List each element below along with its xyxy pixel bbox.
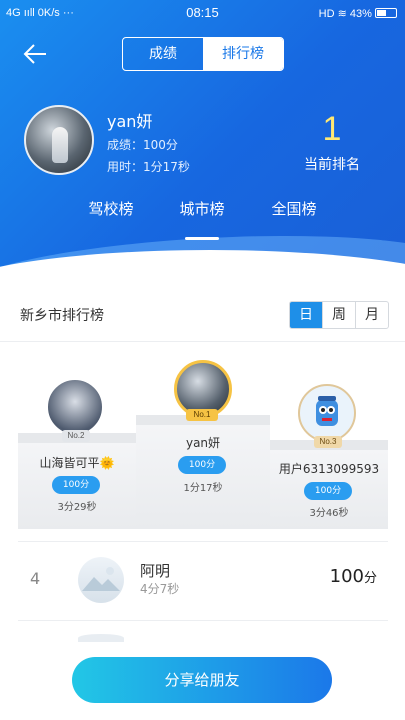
current-rank-label: 当前排名 — [304, 157, 360, 173]
period-month[interactable]: 月 — [355, 302, 388, 328]
share-button[interactable]: 分享给朋友 — [72, 657, 332, 703]
row-avatar — [78, 557, 124, 603]
podium-1-time: 1分17秒 — [183, 483, 223, 494]
podium-1-score: 100分 — [178, 456, 226, 474]
period-week[interactable]: 周 — [322, 302, 355, 328]
tab-school[interactable]: 驾校榜 — [76, 198, 146, 219]
rank-badge-1: No.1 — [186, 409, 218, 421]
score-value: 100分 — [143, 138, 178, 152]
battery-icon — [375, 8, 397, 18]
current-rank-number: 1 — [322, 110, 342, 148]
board-title: 新乡市排行榜 — [20, 308, 104, 324]
next-row-avatar-partial — [78, 634, 124, 642]
row-time: 4分7秒 — [140, 582, 180, 596]
divider — [0, 341, 405, 342]
podium-3-score: 100分 — [304, 482, 352, 500]
podium-3-name: 用户6313099593 — [278, 462, 380, 476]
top-tab-switch: 成绩 排行榜 — [122, 37, 284, 71]
period-switch: 日 周 月 — [289, 301, 389, 329]
hd-label: HD — [318, 8, 335, 20]
podium-3-avatar[interactable] — [298, 384, 356, 442]
user-avatar[interactable] — [24, 105, 94, 175]
tab-score[interactable]: 成绩 — [123, 38, 203, 70]
landscape-avatar-icon — [82, 567, 120, 591]
score-label: 成绩： — [107, 138, 144, 152]
podium-3-time: 3分46秒 — [309, 508, 349, 519]
divider — [18, 620, 388, 621]
podium-1-name: yan妍 — [185, 436, 221, 450]
user-name: yan妍 — [107, 112, 153, 131]
tab-city[interactable]: 城市榜 — [167, 198, 237, 219]
time-label: 用时： — [107, 160, 144, 174]
robot-avatar-icon — [316, 396, 338, 426]
tab-indicator — [185, 237, 219, 240]
podium-2-score: 100分 — [52, 476, 100, 494]
avatar-figure — [52, 127, 68, 163]
period-day[interactable]: 日 — [290, 302, 322, 328]
header-banner: 4G ııll 0K/s ··· 08:15 HD ≋ 43% 成绩 排行榜 y… — [0, 0, 405, 285]
row-score: 100分 — [329, 566, 377, 587]
time-value: 1分17秒 — [143, 160, 190, 174]
status-bar: 4G ııll 0K/s ··· 08:15 HD ≋ 43% — [0, 0, 405, 28]
tab-leaderboard[interactable]: 排行榜 — [203, 38, 283, 70]
user-score-line: 成绩：100分 — [107, 136, 178, 153]
podium-2-time: 3分29秒 — [57, 502, 97, 513]
scope-tabs: 驾校榜 城市榜 全国榜 — [0, 198, 405, 222]
podium-2-avatar[interactable] — [46, 378, 104, 436]
row-rank: 4 — [30, 569, 41, 588]
row-name: 阿明 — [140, 562, 171, 580]
podium-2-name: 山海皆可平🌞 — [39, 456, 115, 470]
back-arrow-icon[interactable] — [22, 40, 50, 68]
rank-badge-2: No.2 — [62, 430, 90, 442]
user-time-line: 用时：1分17秒 — [107, 158, 190, 175]
divider — [18, 541, 388, 542]
tab-national[interactable]: 全国榜 — [259, 198, 329, 219]
rank-badge-3: No.3 — [314, 436, 342, 448]
wifi-icon: ≋ — [337, 8, 347, 20]
battery-percent: 43% — [349, 8, 372, 20]
